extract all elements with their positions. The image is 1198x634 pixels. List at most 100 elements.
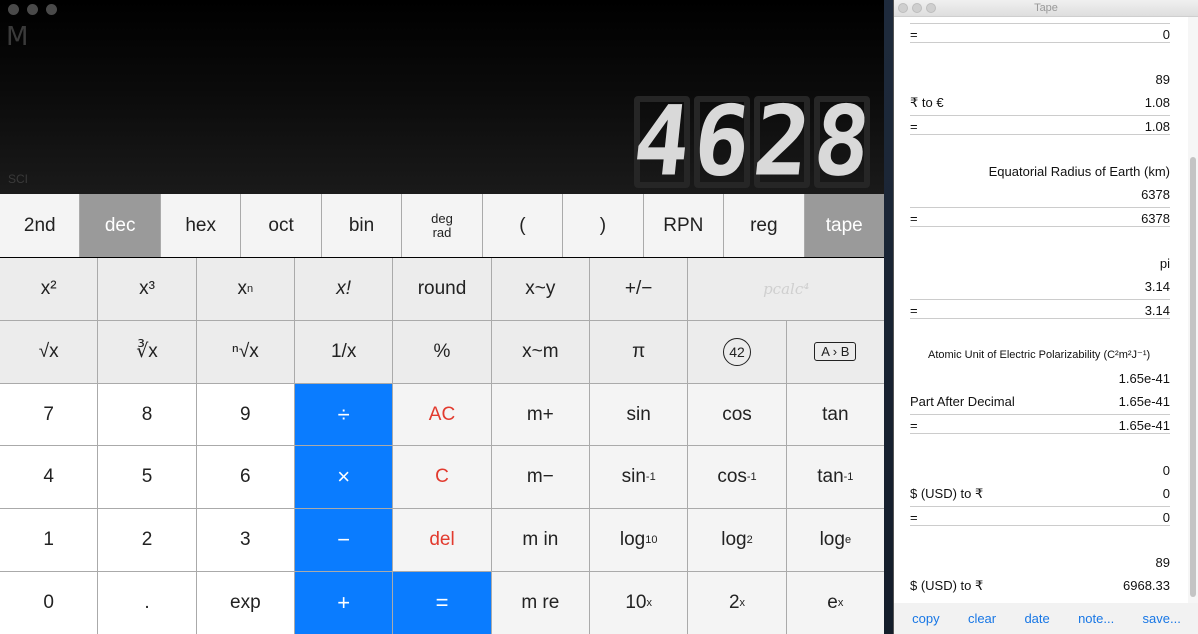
swap-xy-button[interactable]: x~y — [491, 258, 589, 320]
power-n-base: x — [237, 277, 248, 299]
tape-line-label: $ (USD) to ₹ — [910, 486, 984, 501]
tape-list[interactable]: = 0 89 ₹ to €1.08 = 1.08 Equatorial Radius of … — [894, 17, 1189, 603]
swap-xm-button[interactable]: x~m — [491, 320, 589, 383]
multiply-button[interactable]: × — [295, 446, 393, 509]
tape-minimize-button[interactable] — [912, 3, 922, 13]
tape-copy-button[interactable]: copy — [912, 611, 939, 626]
four-button[interactable]: 4 — [0, 446, 98, 509]
keypad: x² x³ xn x! round x~y +/− pcalc⁴ √x ∛x ⁿ… — [0, 258, 884, 634]
tape-line: Atomic Unit of Electric Polarizability (… — [910, 345, 1170, 365]
power-n-button[interactable]: xn — [196, 258, 294, 320]
tape-line-value: 0 — [1162, 486, 1170, 501]
nth-root-button[interactable]: ⁿ√x — [196, 320, 294, 383]
log2-button[interactable]: log 2 — [688, 509, 786, 572]
cosine-button[interactable]: cos — [688, 383, 786, 446]
five-button[interactable]: 5 — [98, 446, 196, 509]
hex-button[interactable]: hex — [160, 194, 241, 257]
tape-line: 0 — [910, 460, 1170, 480]
tape-result-line: = 1.65e-41 — [910, 414, 1170, 434]
function-row: 2nd dec hex oct bin deg rad () RPN reg tape — [0, 194, 884, 257]
rpn-button[interactable]: RPN — [643, 194, 724, 257]
decimal-button[interactable]: . — [98, 572, 196, 634]
one-button[interactable]: 1 — [0, 509, 98, 572]
convert-button[interactable]: A › B — [786, 320, 884, 383]
close-window-button[interactable] — [8, 4, 19, 15]
e-power-label: e — [827, 592, 838, 614]
eight-button[interactable]: 8 — [98, 383, 196, 446]
exponent-button[interactable]: exp — [196, 572, 294, 634]
square-button[interactable]: x² — [0, 258, 98, 320]
deg-rad-button[interactable]: deg rad — [402, 194, 482, 257]
2nd-button[interactable]: 2nd — [0, 194, 80, 257]
cube-button[interactable]: x³ — [98, 258, 196, 320]
tape-line: 1.65e-41 — [910, 368, 1170, 388]
two-power-button[interactable]: 2x — [688, 572, 786, 634]
equals-button[interactable]: = — [393, 572, 491, 634]
display-digit: 4 — [628, 85, 695, 197]
arcsine-button[interactable]: sin -1 — [590, 446, 688, 509]
tape-scroll-thumb[interactable] — [1190, 157, 1196, 597]
bin-button[interactable]: bin — [321, 194, 402, 257]
zoom-window-button[interactable] — [46, 4, 57, 15]
tape-line-label: ₹ to € — [910, 95, 944, 110]
dec-button[interactable]: dec — [80, 194, 160, 257]
oct-button[interactable]: oct — [241, 194, 321, 257]
tape-button[interactable]: tape — [804, 194, 884, 257]
tangent-button[interactable]: tan — [786, 383, 884, 446]
percent-button[interactable]: % — [393, 320, 491, 383]
tape-line-value: 6378 — [1141, 211, 1170, 226]
nine-button[interactable]: 9 — [196, 383, 294, 446]
calculator-window: M SCI 4628 2nd dec hex oct bin deg rad() RPN reg… — [0, 0, 884, 634]
minimize-window-button[interactable] — [27, 4, 38, 15]
ten-power-button[interactable]: 10 x — [590, 572, 688, 634]
plus-minus-button[interactable]: +/− — [590, 258, 688, 320]
reg-button[interactable]: reg — [724, 194, 804, 257]
e-power-button[interactable]: ex — [786, 572, 884, 634]
clear-button[interactable]: C — [393, 446, 491, 509]
tape-scrollbar[interactable] — [1188, 17, 1198, 603]
arccosine-label: cos — [717, 466, 747, 488]
memory-in-button[interactable]: m in — [491, 509, 589, 572]
sine-button[interactable]: sin — [590, 383, 688, 446]
tape-zoom-button[interactable] — [926, 3, 936, 13]
subtract-button[interactable]: − — [295, 509, 393, 572]
arccosine-button[interactable]: cos -1 — [688, 446, 786, 509]
cube-root-button[interactable]: ∛x — [98, 320, 196, 383]
multiply-label: × — [337, 464, 351, 490]
delete-button[interactable]: del — [393, 509, 491, 572]
tape-line: $ (USD) to ₹ 6968.33 — [910, 575, 1170, 595]
memory-in-label: m in — [522, 529, 559, 551]
round-button[interactable]: round — [393, 258, 491, 320]
memory-add-button[interactable]: m+ — [491, 383, 589, 446]
memory-subtract-label: m− — [526, 466, 554, 488]
square-root-button[interactable]: √x — [0, 320, 98, 383]
answer-button[interactable]: 42 — [688, 320, 786, 383]
divide-button[interactable]: ÷ — [295, 383, 393, 446]
all-clear-button[interactable]: AC — [393, 383, 491, 446]
add-button[interactable]: + — [295, 572, 393, 634]
factorial-button[interactable]: x! — [295, 258, 393, 320]
tape-close-button[interactable] — [898, 3, 908, 13]
ln-button[interactable]: log e — [786, 509, 884, 572]
zero-button[interactable]: 0 — [0, 572, 98, 634]
tape-note-button[interactable]: note... — [1078, 611, 1114, 626]
arctangent-button[interactable]: tan -1 — [786, 446, 884, 509]
open-paren-button[interactable]: ( — [482, 194, 563, 257]
reciprocal-button[interactable]: 1/x — [295, 320, 393, 383]
close-paren-button[interactable]: ) — [563, 194, 643, 257]
seven-button[interactable]: 7 — [0, 383, 98, 446]
tape-save-button[interactable]: save... — [1143, 611, 1181, 626]
six-button[interactable]: 6 — [196, 446, 294, 509]
eight-label: 8 — [141, 403, 153, 425]
pi-button[interactable]: π — [590, 320, 688, 383]
log10-button[interactable]: log 10 — [590, 509, 688, 572]
three-button[interactable]: 3 — [196, 509, 294, 572]
arccosine-superscript: -1 — [746, 471, 757, 484]
two-button[interactable]: 2 — [98, 509, 196, 572]
tape-date-button[interactable]: date — [1024, 611, 1049, 626]
deg-label: deg — [431, 210, 453, 226]
memory-subtract-button[interactable]: m− — [491, 446, 589, 509]
memory-recall-button[interactable]: m re — [491, 572, 589, 634]
tape-clear-button[interactable]: clear — [968, 611, 996, 626]
tape-line: 3.14 — [910, 276, 1170, 296]
